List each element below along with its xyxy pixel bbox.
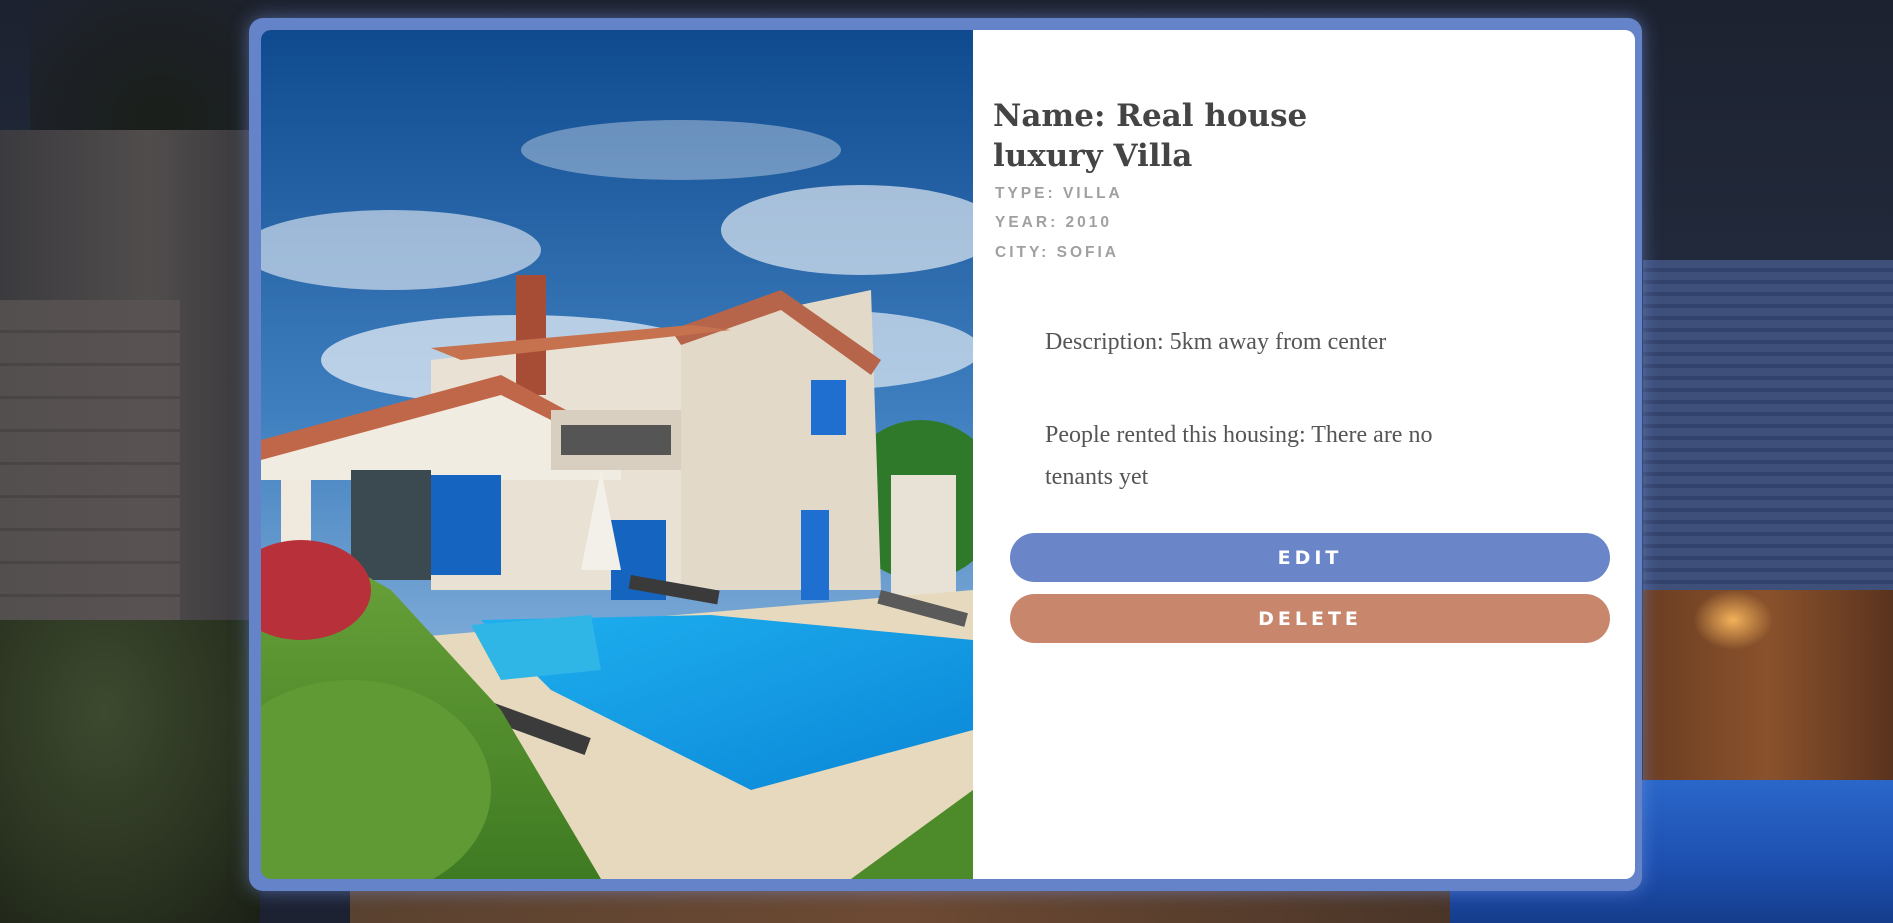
villa-photo — [261, 30, 973, 879]
housing-city: CITY: SOFIA — [995, 244, 1119, 261]
villa-photo-illustration — [261, 30, 973, 879]
housing-type: TYPE: VILLA — [995, 185, 1123, 202]
edit-button[interactable]: EDIT — [1010, 533, 1610, 582]
housing-info-panel: Name: Real house luxury Villa TYPE: VILL… — [973, 30, 1635, 879]
housing-details-card: Name: Real house luxury Villa TYPE: VILL… — [249, 18, 1642, 891]
background-lamp — [1693, 590, 1773, 650]
background-deck — [350, 890, 1450, 923]
housing-description: Description: 5km away from center — [1045, 329, 1387, 355]
housing-tenants: People rented this housing: There are no… — [1045, 422, 1433, 490]
background-shrub — [0, 620, 260, 923]
housing-name: Name: Real house luxury Villa — [993, 98, 1308, 174]
housing-year: YEAR: 2010 — [995, 214, 1113, 231]
delete-button[interactable]: DELETE — [1010, 594, 1610, 643]
